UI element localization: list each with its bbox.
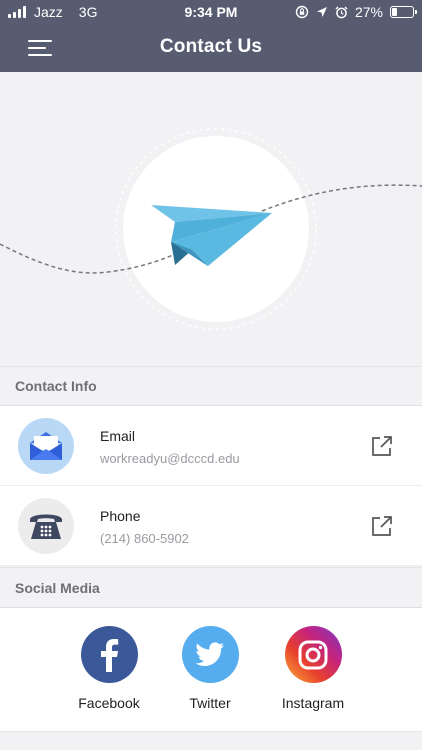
instagram-icon: [284, 626, 342, 683]
phone-label: Phone: [100, 508, 141, 524]
social-media-header: Social Media: [0, 567, 422, 608]
page-bottom: [0, 732, 422, 750]
social-media-row: Facebook Twitter Instagram: [0, 608, 422, 732]
external-link-icon[interactable]: [370, 434, 394, 458]
phone-row[interactable]: Phone (214) 860-5902: [0, 486, 422, 566]
telephone-icon: [18, 498, 74, 554]
carrier-name: Jazz: [34, 4, 63, 20]
status-bar: Jazz 3G 9:34 PM 27%: [0, 0, 422, 24]
network-type: 3G: [78, 4, 98, 20]
contact-info-header: Contact Info: [0, 366, 422, 406]
external-link-icon[interactable]: [370, 514, 394, 538]
status-right: 27%: [295, 4, 417, 20]
twitter-icon: [181, 626, 239, 683]
phone-value: (214) 860-5902: [100, 531, 189, 546]
twitter-button[interactable]: Twitter: [160, 626, 260, 711]
facebook-icon: [80, 626, 138, 683]
orientation-lock-icon: [295, 5, 309, 19]
email-value: workreadyu@dcccd.edu: [100, 451, 240, 466]
location-arrow-icon: [316, 7, 327, 17]
twitter-label: Twitter: [189, 695, 231, 711]
email-row[interactable]: Email workreadyu@dcccd.edu: [0, 406, 422, 486]
facebook-label: Facebook: [78, 695, 140, 711]
facebook-button[interactable]: Facebook: [59, 626, 159, 711]
battery-level: [392, 8, 398, 16]
alarm-icon: [335, 6, 348, 18]
instagram-label: Instagram: [281, 695, 345, 711]
status-left: Jazz 3G: [8, 4, 97, 20]
signal-icon: [8, 6, 26, 18]
instagram-button[interactable]: Instagram: [263, 626, 363, 711]
email-label: Email: [100, 428, 136, 444]
battery-icon: [390, 6, 417, 18]
page-title: Contact Us: [159, 36, 263, 57]
battery-percent: 27%: [354, 4, 383, 20]
nav-bar: Contact Us: [0, 24, 422, 72]
envelope-icon: [18, 418, 74, 474]
hero-illustration: [0, 72, 422, 365]
